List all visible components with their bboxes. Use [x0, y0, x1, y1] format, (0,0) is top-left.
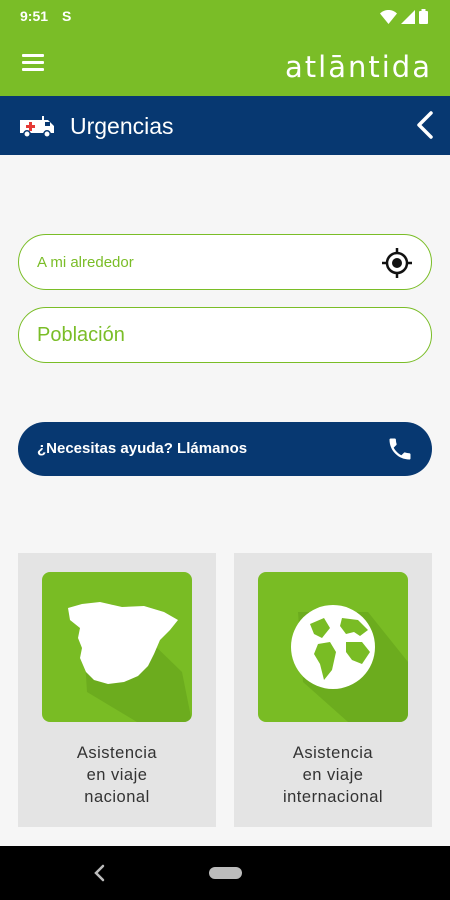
nearby-input[interactable] — [37, 235, 377, 289]
national-assistance-card[interactable]: Asistencia en viaje nacional — [18, 553, 216, 827]
town-search-field[interactable] — [18, 307, 432, 363]
chevron-left-icon[interactable] — [414, 110, 436, 140]
system-nav-bar — [0, 846, 450, 900]
status-bar: 9:51 S — [0, 0, 450, 34]
app-bar: atlāntida — [0, 34, 450, 96]
app-indicator-icon: S — [62, 8, 72, 24]
call-help-label: ¿Necesitas ayuda? Llámanos — [37, 440, 248, 457]
globe-icon — [258, 572, 408, 722]
national-line-2: en viaje — [86, 766, 148, 784]
status-time: 9:51 — [20, 8, 49, 24]
battery-icon — [419, 9, 428, 24]
spain-map-icon — [42, 572, 192, 722]
town-input[interactable] — [37, 308, 377, 362]
ambulance-icon — [20, 116, 54, 138]
section-header: Urgencias — [0, 96, 450, 155]
international-line-3: internacional — [282, 788, 384, 806]
phone-icon — [389, 438, 411, 460]
nav-back-icon[interactable] — [93, 863, 107, 883]
national-line-3: nacional — [84, 788, 150, 806]
hamburger-icon[interactable] — [22, 54, 44, 74]
brand-logo: atlāntida — [285, 50, 432, 84]
signal-icon — [401, 9, 415, 24]
nearby-search-field[interactable] — [18, 234, 432, 290]
location-target-icon[interactable] — [381, 247, 413, 279]
international-line-2: en viaje — [302, 766, 364, 784]
international-line-1: Asistencia — [292, 744, 374, 762]
wifi-icon — [380, 9, 397, 24]
international-assistance-card[interactable]: Asistencia en viaje internacional — [234, 553, 432, 827]
nav-home-pill[interactable] — [209, 867, 242, 879]
call-help-button[interactable]: ¿Necesitas ayuda? Llámanos — [18, 422, 432, 476]
page-title: Urgencias — [70, 113, 174, 139]
national-line-1: Asistencia — [76, 744, 158, 762]
